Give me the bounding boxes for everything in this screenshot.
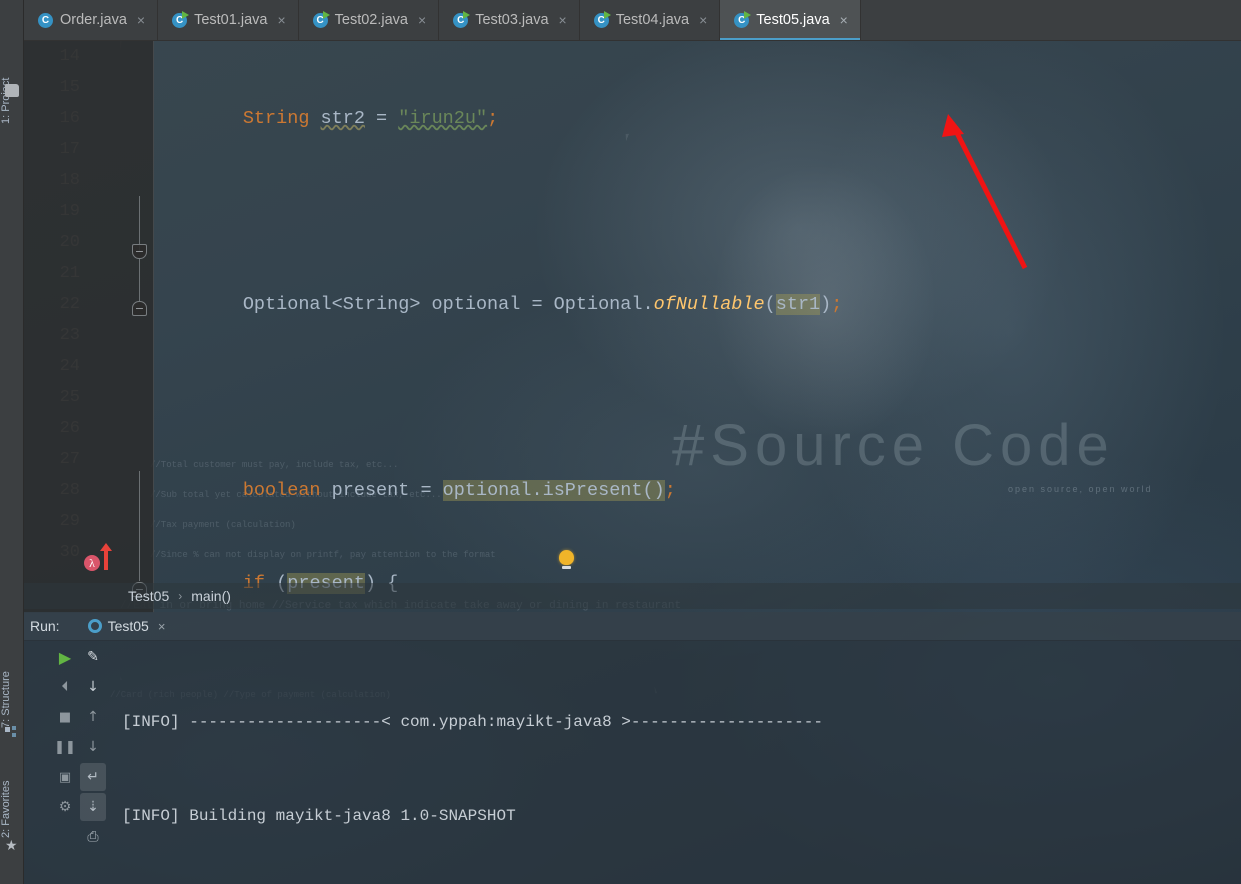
left-tool-window-bar: 1: Project 7: Structure 2: Favorites ★ xyxy=(0,0,24,884)
code-text[interactable]: String str2 = "irun2u"; Optional<String>… xyxy=(154,41,850,613)
tab-test03-java[interactable]: C Test03.java × xyxy=(439,0,580,40)
stop-button[interactable]: ■ xyxy=(52,703,78,731)
java-runnable-icon: C xyxy=(593,10,611,28)
gear-icon xyxy=(87,619,102,633)
code-line-16: Optional<String> optional = Optional.ofN… xyxy=(154,294,843,315)
close-icon[interactable]: × xyxy=(137,12,145,28)
tab-label: Test01.java xyxy=(194,12,268,28)
run-tool-window-header: Run: Test05 × xyxy=(24,612,1241,641)
console-line: [INFO] --------------------< com.yppah:m… xyxy=(122,713,823,732)
rerun-button[interactable]: ▶ xyxy=(52,643,78,671)
scroll-to-end-button[interactable]: ↓ xyxy=(80,673,106,701)
tab-label: Test04.java xyxy=(615,12,690,28)
tab-test04-java[interactable]: C Test04.java × xyxy=(580,0,721,40)
print-button[interactable]: ⎙ xyxy=(80,823,106,851)
close-icon[interactable]: × xyxy=(158,619,166,634)
run-toolbar-right: ✎ ↓ ↑ ↓ ↵ ⇣ ⎙ xyxy=(80,641,108,853)
close-icon[interactable]: × xyxy=(840,12,848,28)
run-toolbar-left: ▶ ⏴ ■ ❚❚ ▣ ⚙ xyxy=(52,641,80,823)
breadcrumb-item-class[interactable]: Test05 xyxy=(128,588,169,604)
rerun-failed-tests-button[interactable]: ⏴ xyxy=(52,673,78,701)
up-button[interactable]: ↑ xyxy=(80,703,106,731)
sidebar-item-structure[interactable]: 7: Structure xyxy=(0,640,24,728)
soft-wrap-button[interactable]: ↵ xyxy=(80,763,106,791)
tab-label: Order.java xyxy=(60,12,127,28)
close-icon[interactable]: × xyxy=(699,12,707,28)
tab-label: Test05.java xyxy=(756,12,830,28)
highlight-pen-button[interactable]: ✎ xyxy=(80,643,106,671)
breadcrumb: Test05 › main() xyxy=(24,583,1241,609)
fold-marker-close[interactable]: − xyxy=(132,301,147,316)
console-output[interactable]: [INFO] --------------------< com.yppah:m… xyxy=(122,641,1241,884)
breadcrumb-item-method[interactable]: main() xyxy=(191,588,231,604)
tab-test01-java[interactable]: C Test01.java × xyxy=(158,0,299,40)
pause-button[interactable]: ❚❚ xyxy=(52,733,78,761)
java-class-icon: C xyxy=(38,12,53,28)
run-tool-window: Run: Test05 × ▶ ⏴ ■ ❚❚ ▣ ⚙ ✎ ↓ ↑ ↓ ↵ ⇣ ⎙… xyxy=(24,612,1241,884)
tab-order-java[interactable]: C Order.java × xyxy=(24,0,159,40)
code-editor[interactable]: 14 15 16 17 18 19 20 21 22 23 24 25 26 2… xyxy=(24,41,1241,613)
close-icon[interactable]: × xyxy=(418,12,426,28)
star-icon[interactable]: ★ xyxy=(5,839,19,853)
java-runnable-icon: C xyxy=(172,10,190,28)
run-tab-test05[interactable]: Test05 × xyxy=(87,618,166,634)
fold-marker-open[interactable]: − xyxy=(132,244,147,259)
java-runnable-icon: C xyxy=(734,10,752,28)
tab-test05-java[interactable]: C Test05.java × xyxy=(720,0,861,40)
tab-label: Test03.java xyxy=(475,12,549,28)
sidebar-item-favorites[interactable]: 2: Favorites xyxy=(0,748,24,838)
intention-lightbulb-icon[interactable] xyxy=(559,550,574,569)
breadcrumb-separator: › xyxy=(178,589,183,603)
scroll-to-bottom-button[interactable]: ⇣ xyxy=(80,793,106,821)
close-icon[interactable]: × xyxy=(277,12,285,28)
idea-window: #Source Code open source, open world //T… xyxy=(0,0,1241,884)
console-line: [INFO] Building mayikt-java8 1.0-SNAPSHO… xyxy=(122,807,516,825)
editor-gutter[interactable] xyxy=(24,41,154,613)
code-line-18: boolean present = optional.isPresent(); xyxy=(154,480,676,501)
tab-label: Test02.java xyxy=(334,12,408,28)
lambda-gutter-icon[interactable]: λ xyxy=(84,555,100,571)
java-runnable-icon: C xyxy=(312,10,330,28)
fold-line xyxy=(139,196,140,251)
run-tab-label: Test05 xyxy=(107,618,149,634)
editor-tab-bar: C Order.java × C Test01.java × C Test02.… xyxy=(24,0,1241,41)
down-button[interactable]: ↓ xyxy=(80,733,106,761)
fold-line xyxy=(139,471,140,581)
fold-line xyxy=(139,259,140,301)
structure-icon[interactable] xyxy=(5,726,19,739)
close-icon[interactable]: × xyxy=(559,12,567,28)
code-line-14: String str2 = "irun2u"; xyxy=(154,108,499,129)
java-runnable-icon: C xyxy=(453,10,471,28)
implementing-method-arrow-icon[interactable] xyxy=(100,543,112,570)
dump-threads-button[interactable]: ▣ xyxy=(52,763,78,791)
settings-button[interactable]: ⚙ xyxy=(52,793,78,821)
run-label: Run: xyxy=(30,618,60,634)
folder-icon[interactable] xyxy=(5,84,19,97)
tab-test02-java[interactable]: C Test02.java × xyxy=(299,0,440,40)
